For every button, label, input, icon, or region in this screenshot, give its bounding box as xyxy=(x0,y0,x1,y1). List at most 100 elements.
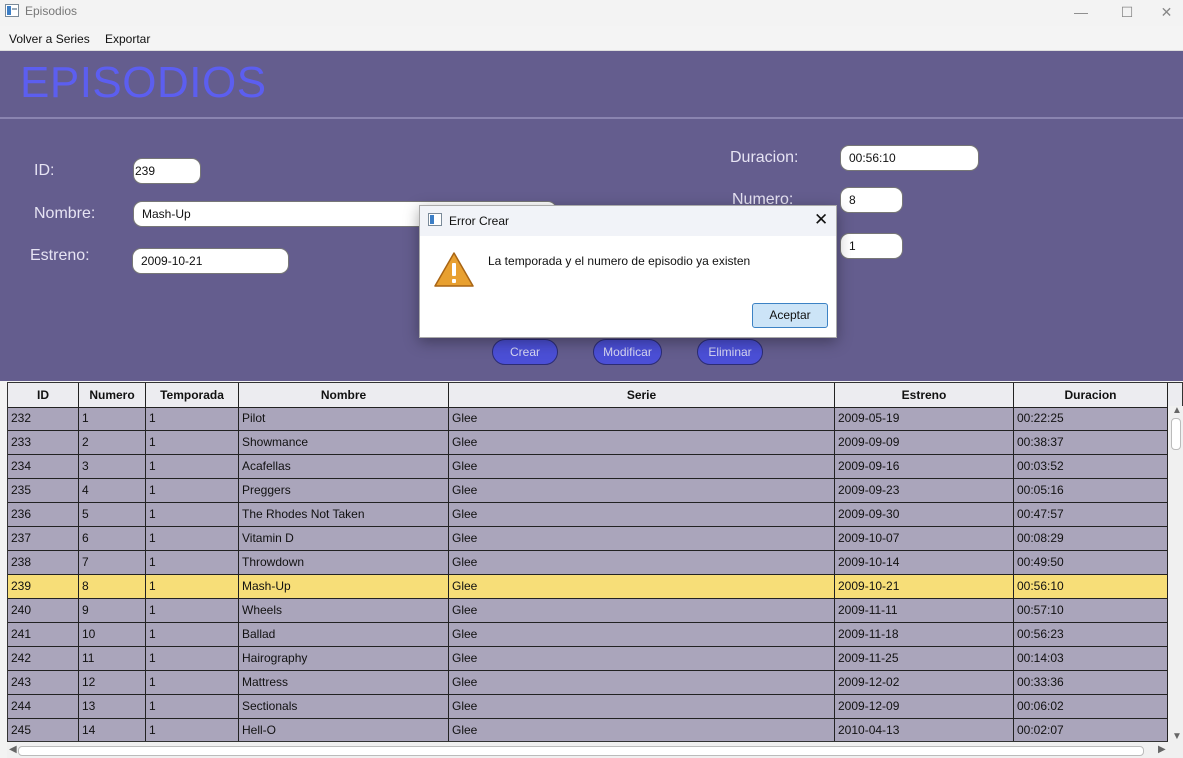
scroll-up-icon[interactable]: ▲ xyxy=(1172,405,1182,416)
table-cell: 5 xyxy=(79,503,146,527)
id-field[interactable]: 239 xyxy=(133,158,201,184)
table-cell: 242 xyxy=(8,647,79,671)
vertical-scrollbar[interactable] xyxy=(1168,406,1183,742)
table-row[interactable]: 236 5 1 The Rhodes Not Taken Glee 2009-09-30 0… xyxy=(8,503,1168,527)
column-header-id[interactable]: ID xyxy=(8,383,79,407)
menu-exportar[interactable]: Exportar xyxy=(105,32,150,46)
table-cell: 236 xyxy=(8,503,79,527)
dialog-header: Error Crear ✕ xyxy=(420,206,836,236)
estreno-field[interactable]: 2009-10-21 xyxy=(132,248,289,274)
table-row[interactable]: 244 13 1 Sectionals Glee 2009-12-09 00:06:02 xyxy=(8,695,1168,719)
table-cell: 00:33:36 xyxy=(1014,671,1168,695)
duracion-field[interactable]: 00:56:10 xyxy=(840,145,979,171)
table-row[interactable]: 232 1 1 Pilot Glee 2009-05-19 00:22:25 xyxy=(8,407,1168,431)
table-cell: Throwdown xyxy=(239,551,449,575)
table-cell: 1 xyxy=(146,695,239,719)
table-row[interactable]: 234 3 1 Acafellas Glee 2009-09-16 00:03:52 xyxy=(8,455,1168,479)
table-cell: Glee xyxy=(449,407,835,431)
table-cell: Pilot xyxy=(239,407,449,431)
scroll-right-icon[interactable]: ▶ xyxy=(1158,744,1166,755)
table-cell: Glee xyxy=(449,527,835,551)
table-cell: 2009-09-09 xyxy=(835,431,1014,455)
table-row[interactable]: 245 14 1 Hell-O Glee 2010-04-13 00:02:07 xyxy=(8,719,1168,741)
table-cell: Glee xyxy=(449,719,835,741)
dialog-app-icon xyxy=(428,213,442,226)
table-row[interactable]: 237 6 1 Vitamin D Glee 2009-10-07 00:08:29 xyxy=(8,527,1168,551)
column-header-duracion[interactable]: Duracion xyxy=(1014,383,1168,407)
window-titlebar: Episodios — ☐ ✕ xyxy=(0,0,1183,26)
table-cell: Wheels xyxy=(239,599,449,623)
table-cell: 00:05:16 xyxy=(1014,479,1168,503)
modificar-button[interactable]: Modificar xyxy=(593,339,662,365)
table-cell: 2009-05-19 xyxy=(835,407,1014,431)
table-cell: Sectionals xyxy=(239,695,449,719)
table-row[interactable]: 240 9 1 Wheels Glee 2009-11-11 00:57:10 xyxy=(8,599,1168,623)
table-cell: 7 xyxy=(79,551,146,575)
table-cell: 12 xyxy=(79,671,146,695)
table-row[interactable]: 242 11 1 Hairography Glee 2009-11-25 00:14:03 xyxy=(8,647,1168,671)
table-cell: 2009-09-16 xyxy=(835,455,1014,479)
app-icon xyxy=(5,4,19,17)
menu-bar: Volver a Series Exportar xyxy=(0,26,1183,51)
table-cell: The Rhodes Not Taken xyxy=(239,503,449,527)
table-cell: Ballad xyxy=(239,623,449,647)
maximize-button[interactable]: ☐ xyxy=(1104,0,1150,26)
vertical-scrollbar-thumb[interactable] xyxy=(1171,418,1181,450)
table-row[interactable]: 233 2 1 Showmance Glee 2009-09-09 00:38:37 xyxy=(8,431,1168,455)
estreno-label: Estreno: xyxy=(30,247,90,264)
table-cell: 00:47:57 xyxy=(1014,503,1168,527)
table-header: ID Numero Temporada Nombre Serie Estreno Durac… xyxy=(8,383,1182,408)
eliminar-button[interactable]: Eliminar xyxy=(697,339,763,365)
table-cell: Glee xyxy=(449,647,835,671)
table-cell: 00:38:37 xyxy=(1014,431,1168,455)
table-cell: Vitamin D xyxy=(239,527,449,551)
table-cell: 1 xyxy=(146,551,239,575)
table-cell: 2009-11-18 xyxy=(835,623,1014,647)
table-cell: 1 xyxy=(146,671,239,695)
dialog-close-button[interactable]: ✕ xyxy=(814,210,828,230)
aceptar-button[interactable]: Aceptar xyxy=(752,303,828,328)
table-cell: Acafellas xyxy=(239,455,449,479)
crear-button[interactable]: Crear xyxy=(492,339,558,365)
menu-volver-a-series[interactable]: Volver a Series xyxy=(9,32,90,46)
table-cell: 8 xyxy=(79,575,146,599)
table-row[interactable]: 239 8 1 Mash-Up Glee 2009-10-21 00:56:10 xyxy=(8,575,1168,599)
column-header-estreno[interactable]: Estreno xyxy=(835,383,1014,407)
table-cell: 00:56:23 xyxy=(1014,623,1168,647)
table-cell: 1 xyxy=(79,407,146,431)
table-row[interactable]: 241 10 1 Ballad Glee 2009-11-18 00:56:23 xyxy=(8,623,1168,647)
column-header-nombre[interactable]: Nombre xyxy=(239,383,449,407)
table-cell: 6 xyxy=(79,527,146,551)
table-cell: Mattress xyxy=(239,671,449,695)
table-cell: 00:03:52 xyxy=(1014,455,1168,479)
scroll-left-icon[interactable]: ◀ xyxy=(9,744,17,755)
horizontal-scrollbar-thumb[interactable] xyxy=(18,746,1144,756)
table-cell: 1 xyxy=(146,431,239,455)
column-header-temporada[interactable]: Temporada xyxy=(146,383,239,407)
table-row[interactable]: 235 4 1 Preggers Glee 2009-09-23 00:05:16 xyxy=(8,479,1168,503)
id-label: ID: xyxy=(34,162,55,179)
minimize-button[interactable]: — xyxy=(1058,0,1104,26)
scroll-down-icon[interactable]: ▼ xyxy=(1172,731,1182,742)
table-cell: 2009-11-11 xyxy=(835,599,1014,623)
duracion-label: Duracion: xyxy=(730,149,799,166)
table-cell: 00:06:02 xyxy=(1014,695,1168,719)
table-cell: 1 xyxy=(146,647,239,671)
table-cell: 240 xyxy=(8,599,79,623)
table-row[interactable]: 243 12 1 Mattress Glee 2009-12-02 00:33:36 xyxy=(8,671,1168,695)
warning-icon xyxy=(434,252,474,287)
table-cell: 2 xyxy=(79,431,146,455)
temporada-field[interactable]: 1 xyxy=(840,233,903,259)
close-button[interactable]: ✕ xyxy=(1150,0,1183,26)
table-row[interactable]: 238 7 1 Throwdown Glee 2009-10-14 00:49:50 xyxy=(8,551,1168,575)
table-cell: 2010-04-13 xyxy=(835,719,1014,741)
table-cell: Glee xyxy=(449,455,835,479)
table-cell: 232 xyxy=(8,407,79,431)
dialog-message: La temporada y el numero de episodio ya … xyxy=(488,254,751,268)
table-cell: 2009-11-25 xyxy=(835,647,1014,671)
table-cell: 1 xyxy=(146,479,239,503)
numero-field[interactable]: 8 xyxy=(840,187,903,213)
column-header-serie[interactable]: Serie xyxy=(449,383,835,407)
column-header-numero[interactable]: Numero xyxy=(79,383,146,407)
title-separator xyxy=(0,117,1183,119)
